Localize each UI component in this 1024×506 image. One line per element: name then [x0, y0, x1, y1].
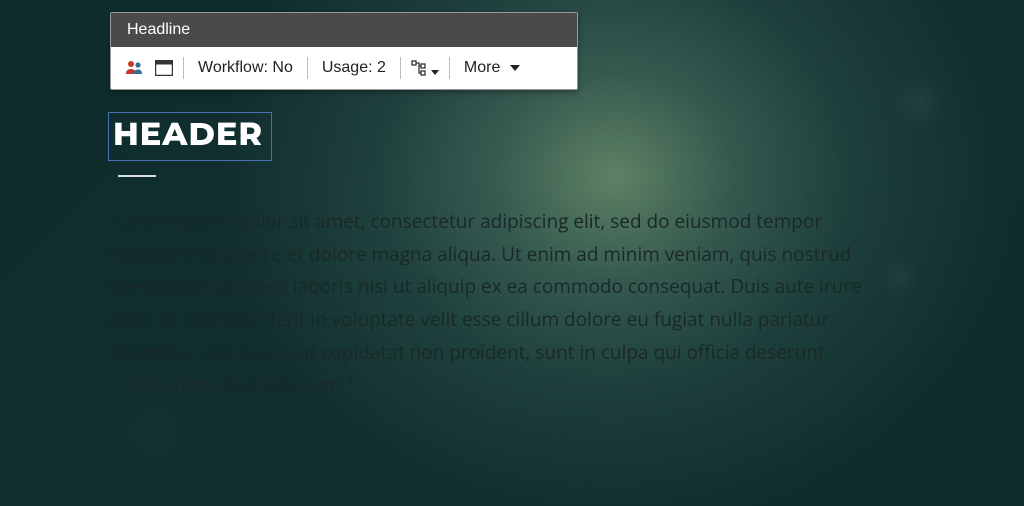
toolbar-title: Headline [111, 13, 577, 47]
header-selection[interactable]: HEADER [108, 112, 272, 161]
chevron-down-icon [510, 65, 520, 71]
usage-button[interactable]: Usage: 2 [318, 59, 390, 77]
toolbar-divider [183, 57, 184, 79]
editor-toolbar: Headline Workflow: No Usage: 2 [110, 12, 578, 90]
more-dropdown[interactable]: More [460, 59, 520, 77]
toolbar-actions: Workflow: No Usage: 2 More [111, 47, 577, 89]
toolbar-divider [400, 57, 401, 79]
page-header: HEADER [113, 115, 263, 154]
tree-icon [411, 60, 427, 76]
header-divider [118, 175, 156, 177]
body-paragraph: "Lorem ipsum dolor sit amet, consectetur… [108, 205, 868, 401]
chevron-down-icon [431, 70, 439, 75]
tree-dropdown[interactable] [411, 60, 439, 76]
toolbar-divider [307, 57, 308, 79]
workflow-button[interactable]: Workflow: No [194, 59, 297, 77]
toolbar-divider [449, 57, 450, 79]
window-icon[interactable] [155, 60, 173, 76]
page-content: HEADER "Lorem ipsum dolor sit amet, cons… [108, 112, 964, 401]
more-label: More [460, 59, 504, 77]
users-icon[interactable] [125, 59, 145, 77]
